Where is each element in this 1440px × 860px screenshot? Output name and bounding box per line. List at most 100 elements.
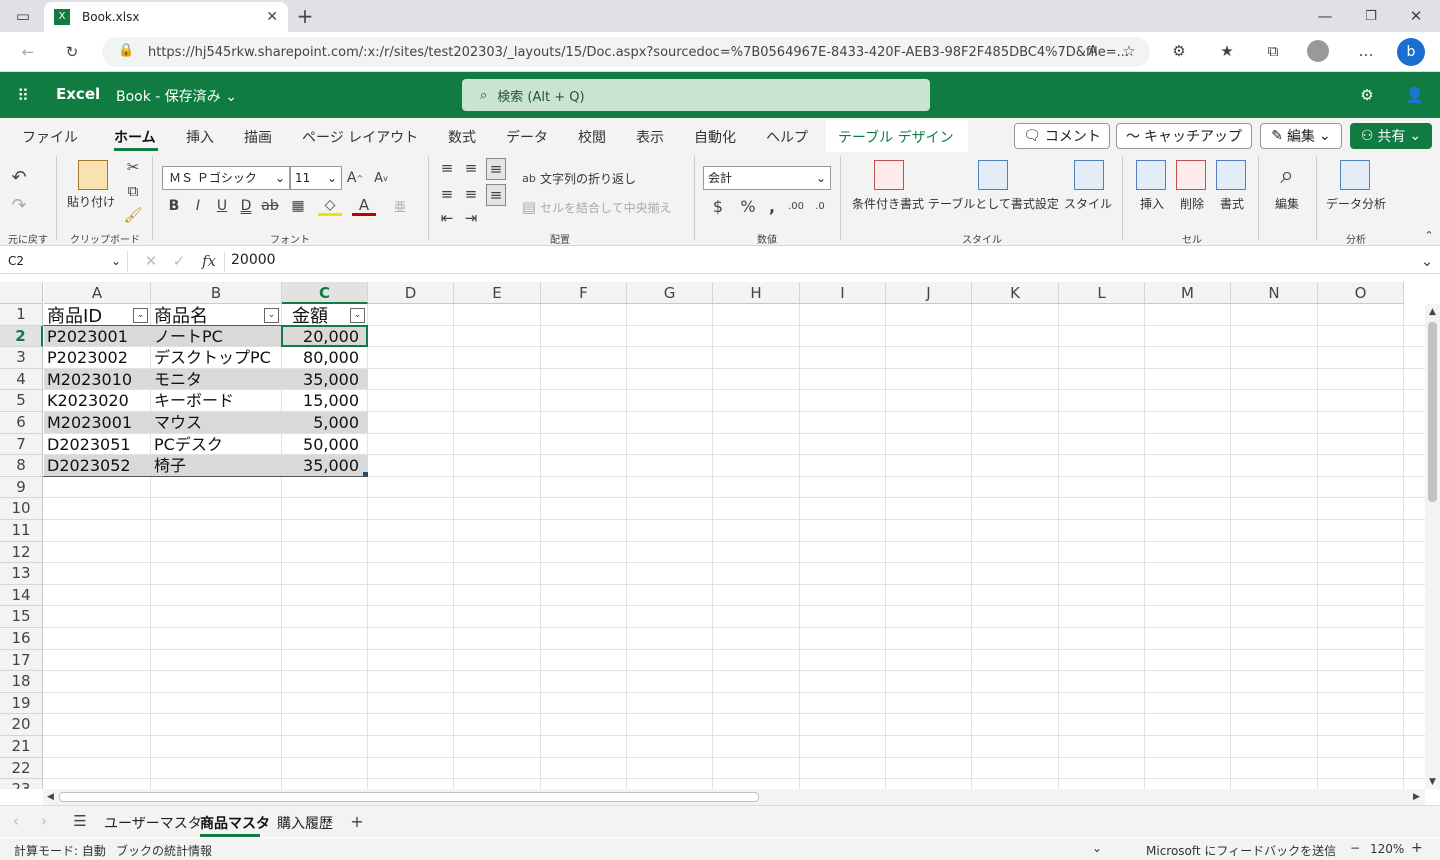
tab-view[interactable]: 表示 bbox=[636, 127, 664, 147]
row-header[interactable]: 13 bbox=[0, 563, 43, 585]
redo-icon[interactable]: ↷ bbox=[8, 194, 30, 216]
doc-title[interactable]: Book - 保存済み ⌄ bbox=[116, 86, 237, 106]
tab-page-layout[interactable]: ページ レイアウト bbox=[302, 127, 418, 147]
cell-styles-icon[interactable] bbox=[1074, 160, 1104, 190]
workbook-stats[interactable]: ブックの統計情報 bbox=[116, 842, 212, 859]
filter-dropdown-icon[interactable]: ⌄ bbox=[264, 308, 279, 323]
expand-formula-icon[interactable]: ⌄ bbox=[1418, 251, 1436, 271]
column-header[interactable]: C bbox=[282, 282, 368, 304]
bold-icon[interactable]: B bbox=[166, 196, 182, 216]
editing-button[interactable]: 編集 bbox=[1275, 195, 1299, 212]
table-cell[interactable]: ノートPC bbox=[154, 326, 281, 348]
row-header[interactable]: 15 bbox=[0, 606, 43, 628]
cut-icon[interactable]: ✂ bbox=[124, 158, 142, 176]
column-header[interactable]: F bbox=[541, 282, 627, 304]
insert-cells-icon[interactable] bbox=[1136, 160, 1166, 190]
more-icon[interactable]: … bbox=[1355, 40, 1377, 62]
row-header[interactable]: 9 bbox=[0, 476, 43, 499]
horizontal-scroll-thumb[interactable] bbox=[59, 792, 759, 802]
row-header[interactable]: 17 bbox=[0, 649, 43, 672]
column-header[interactable]: G bbox=[627, 282, 713, 304]
restore-icon[interactable]: ❐ bbox=[1360, 6, 1382, 26]
align-center-icon[interactable]: ≡ bbox=[462, 185, 480, 203]
currency-icon[interactable]: $ bbox=[706, 196, 730, 216]
number-format-select[interactable]: 会計 ⌄ bbox=[703, 166, 831, 190]
scroll-down-icon[interactable]: ▼ bbox=[1425, 774, 1440, 789]
table-cell[interactable]: M2023001 bbox=[47, 412, 150, 434]
table-cell[interactable]: K2023020 bbox=[47, 390, 150, 412]
delete-cells-button[interactable]: 削除 bbox=[1180, 195, 1204, 212]
cell-styles-button[interactable]: スタイル bbox=[1064, 195, 1112, 212]
next-sheet-icon[interactable]: › bbox=[36, 812, 52, 830]
row-header[interactable]: 10 bbox=[0, 498, 43, 520]
table-cell[interactable]: 50,000 bbox=[282, 434, 359, 456]
calc-mode[interactable]: 計算モード: 自動 bbox=[14, 842, 106, 859]
sheet-tab-user-master[interactable]: ユーザーマスタ bbox=[104, 813, 202, 833]
column-header[interactable]: N bbox=[1231, 282, 1318, 304]
format-as-table-icon[interactable] bbox=[978, 160, 1008, 190]
back-icon[interactable]: ← bbox=[16, 40, 40, 64]
row-header[interactable]: 8 bbox=[0, 455, 43, 477]
column-header[interactable]: E bbox=[454, 282, 541, 304]
table-cell[interactable]: D2023052 bbox=[47, 455, 150, 477]
chevron-down-icon[interactable]: ⌄ bbox=[1092, 841, 1102, 855]
fill-color-icon[interactable]: ◇ bbox=[318, 196, 342, 216]
insert-function-icon[interactable]: fx bbox=[200, 251, 218, 271]
vertical-scroll-thumb[interactable] bbox=[1428, 322, 1437, 502]
minimize-icon[interactable]: — bbox=[1314, 6, 1336, 26]
align-right-icon[interactable]: ≡ bbox=[486, 184, 506, 206]
collections-icon[interactable]: ⧉ bbox=[1262, 40, 1284, 62]
font-size-select[interactable]: 11 ⌄ bbox=[290, 166, 342, 190]
all-sheets-menu-icon[interactable]: ☰ bbox=[70, 812, 90, 830]
row-header[interactable]: 23 bbox=[0, 779, 43, 789]
zoom-out-icon[interactable]: − bbox=[1350, 841, 1360, 855]
collapse-ribbon-icon[interactable]: ⌃ bbox=[1422, 228, 1436, 242]
new-tab-icon[interactable]: + bbox=[294, 4, 316, 28]
app-launcher-icon[interactable]: ⠿ bbox=[12, 84, 34, 106]
table-cell[interactable]: 15,000 bbox=[282, 390, 359, 412]
underline-icon[interactable]: U bbox=[214, 196, 230, 216]
phonetic-icon[interactable]: 亜 bbox=[388, 196, 412, 216]
paste-button-label[interactable]: 貼り付け bbox=[67, 193, 115, 210]
sheet-tab-purchase-history[interactable]: 購入履歴 bbox=[277, 813, 333, 833]
format-cells-button[interactable]: 書式 bbox=[1220, 195, 1244, 212]
row-header[interactable]: 7 bbox=[0, 433, 43, 456]
tab-automate[interactable]: 自動化 bbox=[694, 127, 736, 147]
table-cell[interactable]: 35,000 bbox=[282, 455, 359, 477]
increase-font-icon[interactable]: A ^ bbox=[346, 168, 364, 188]
table-cell[interactable]: PCデスク bbox=[154, 434, 281, 456]
name-box[interactable]: C2 ⌄ bbox=[4, 251, 128, 272]
table-cell[interactable]: P2023002 bbox=[47, 347, 150, 369]
row-header[interactable]: 2 bbox=[0, 325, 43, 348]
favorite-add-icon[interactable]: ☆ bbox=[1118, 40, 1140, 62]
tab-close-icon[interactable]: ✕ bbox=[266, 9, 278, 25]
column-header[interactable]: H bbox=[713, 282, 800, 304]
close-window-icon[interactable]: ✕ bbox=[1405, 6, 1427, 26]
tab-file[interactable]: ファイル bbox=[22, 127, 78, 147]
copy-icon[interactable]: ⧉ bbox=[124, 182, 142, 200]
conditional-format-icon[interactable] bbox=[874, 160, 904, 190]
table-header-cell[interactable]: 商品ID bbox=[47, 306, 132, 328]
horizontal-scrollbar[interactable]: ◀ ▶ bbox=[43, 789, 1425, 805]
undo-icon[interactable]: ↶ bbox=[8, 166, 30, 188]
select-all-corner[interactable] bbox=[0, 282, 43, 304]
table-cell[interactable]: D2023051 bbox=[47, 434, 150, 456]
borders-icon[interactable]: ▦ bbox=[286, 196, 310, 216]
percent-icon[interactable]: % bbox=[738, 196, 758, 216]
column-header[interactable]: B bbox=[151, 282, 282, 304]
row-header[interactable]: 22 bbox=[0, 757, 43, 780]
worksheet-grid[interactable]: ABCDEFGHIJKLMNO 1 2 3 4 5 6 7 8 9 10 11 12 13 14 15 16 1… bbox=[0, 282, 1425, 789]
bing-icon[interactable]: b bbox=[1397, 38, 1425, 66]
filter-dropdown-icon[interactable]: ⌄ bbox=[133, 308, 148, 323]
row-header[interactable]: 21 bbox=[0, 736, 43, 758]
share-button[interactable]: ⚇ 共有 ⌄ bbox=[1350, 123, 1432, 149]
zoom-in-icon[interactable]: + bbox=[1411, 840, 1423, 856]
table-cell[interactable]: M2023010 bbox=[47, 369, 150, 391]
table-cell[interactable]: 5,000 bbox=[282, 412, 359, 434]
insert-cells-button[interactable]: 挿入 bbox=[1140, 195, 1164, 212]
column-header[interactable]: D bbox=[368, 282, 454, 304]
conditional-format-button[interactable]: 条件付き書式 bbox=[852, 195, 924, 212]
decrease-decimal-icon[interactable]: .0 bbox=[810, 196, 830, 216]
font-color-icon[interactable]: A bbox=[352, 196, 376, 216]
row-header[interactable]: 12 bbox=[0, 541, 43, 564]
